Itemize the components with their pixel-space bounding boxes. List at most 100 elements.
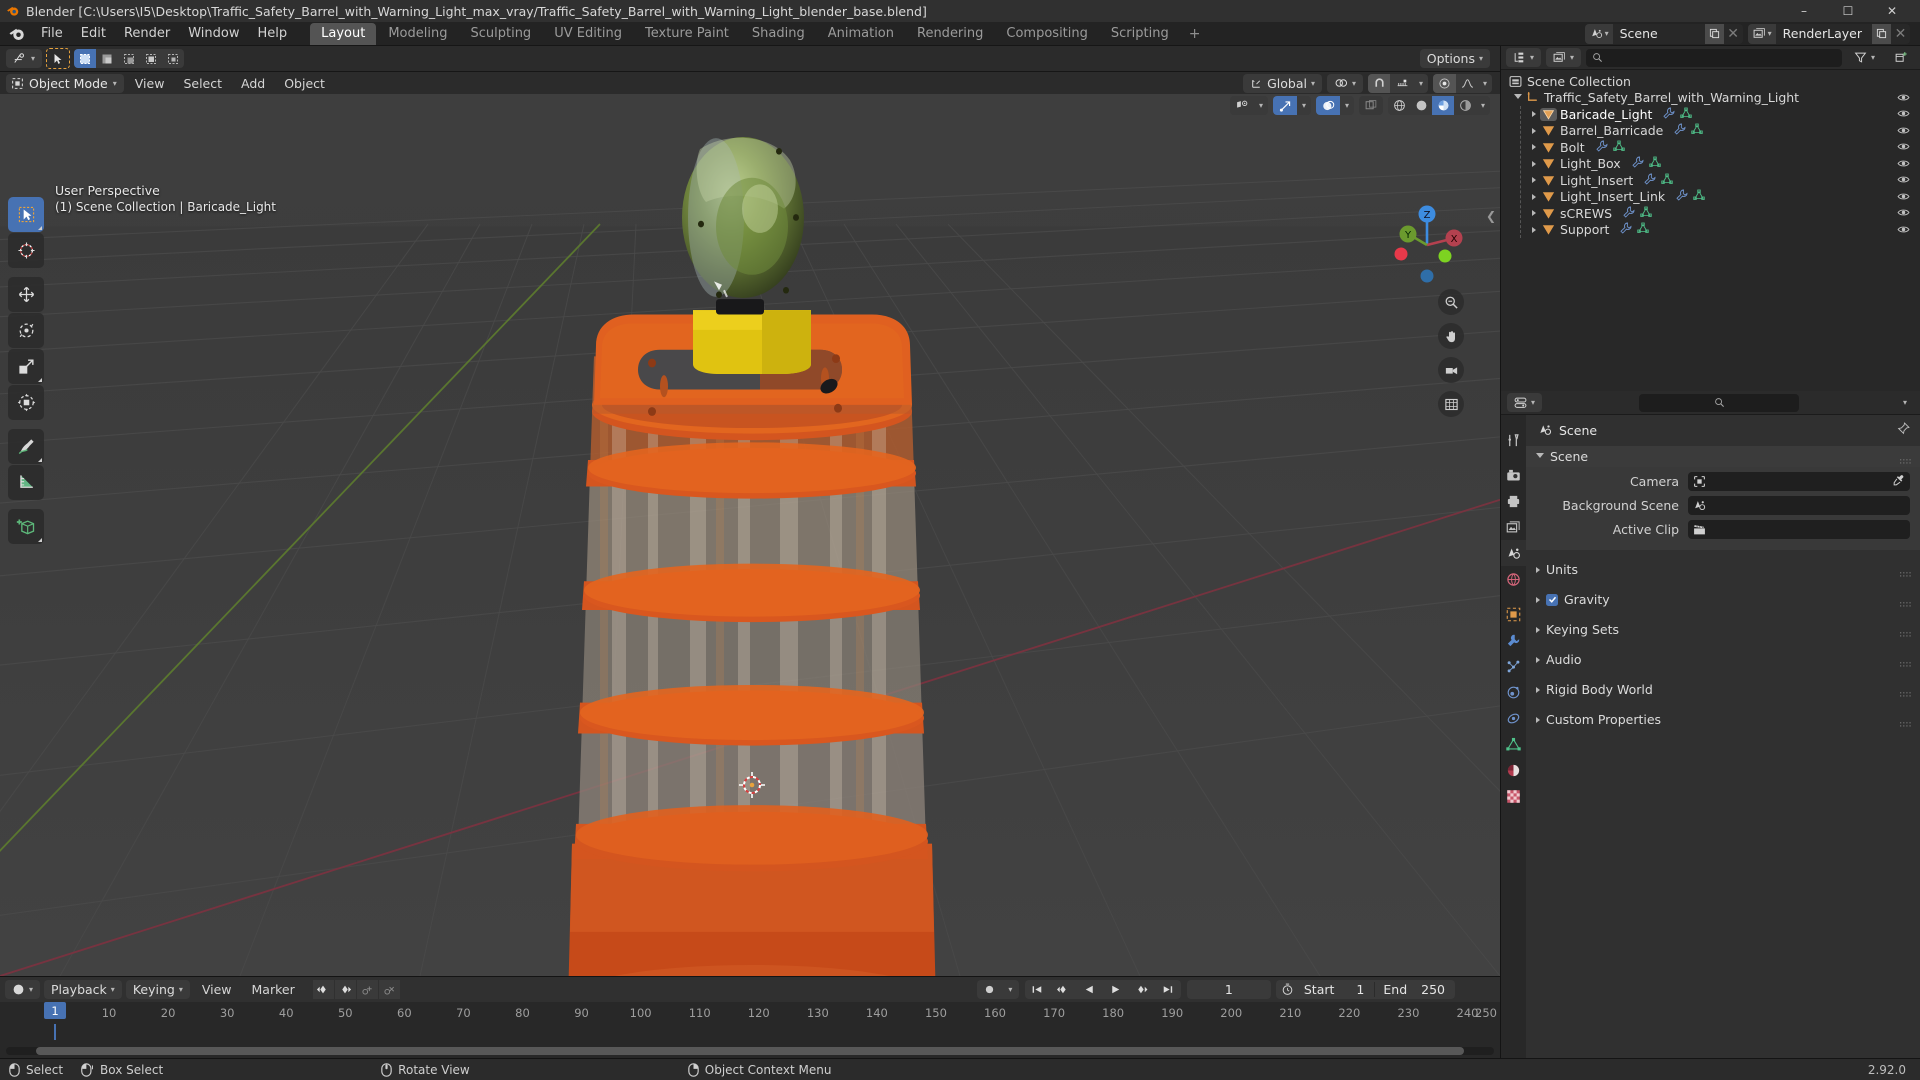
- panel-toggle-icon[interactable]: [1536, 596, 1540, 603]
- scene-selector[interactable]: ▾ Scene ✕: [1584, 23, 1743, 44]
- constraints-tab[interactable]: [1501, 705, 1526, 731]
- mesh-data-icon[interactable]: [1637, 222, 1650, 237]
- snap-options-caret[interactable]: ▾: [1414, 74, 1428, 93]
- wireframe-shading-icon[interactable]: [1388, 96, 1410, 115]
- editor-type-selector[interactable]: ▾: [6, 49, 43, 68]
- tab-texture-paint[interactable]: Texture Paint: [634, 23, 740, 45]
- object-visibility-icon[interactable]: [1897, 124, 1910, 140]
- scene-tab[interactable]: [1501, 540, 1526, 566]
- solid-shading-icon[interactable]: [1410, 96, 1432, 115]
- object-visibility-icon[interactable]: [1897, 107, 1910, 123]
- autokey-caret-icon[interactable]: ▾: [1002, 980, 1019, 999]
- panel-header-custom-properties[interactable]: Custom Properties: [1526, 709, 1920, 730]
- panel-header-rigid-body-world[interactable]: Rigid Body World: [1526, 679, 1920, 700]
- annotate-tool-button[interactable]: [8, 429, 44, 464]
- object-visibility-icon[interactable]: [1897, 140, 1910, 156]
- viewlayer-selector[interactable]: ▾ RenderLayer ✕: [1747, 23, 1910, 44]
- camera-eyedropper-icon[interactable]: [1892, 474, 1905, 491]
- modifier-icon[interactable]: [1663, 107, 1675, 122]
- mesh-data-icon[interactable]: [1661, 173, 1673, 188]
- options-dropdown[interactable]: Options ▾: [1419, 49, 1490, 68]
- viewport-canvas[interactable]: User Perspective (1) Scene Collection | …: [0, 94, 1500, 976]
- add-cube-tool-button[interactable]: [8, 509, 44, 544]
- navigation-gizmo[interactable]: Z X Y: [1381, 199, 1473, 291]
- proportional-edit-icon[interactable]: [1433, 73, 1456, 93]
- gizmo-caret-icon[interactable]: ▾: [1297, 96, 1311, 115]
- data-tab[interactable]: [1501, 731, 1526, 757]
- insert-keyframe-icon[interactable]: [356, 980, 378, 999]
- select-extend-icon[interactable]: [96, 49, 118, 68]
- scene-name[interactable]: Scene: [1612, 23, 1705, 44]
- transform-tool-button[interactable]: [8, 385, 44, 420]
- pan-hand-icon[interactable]: [1438, 323, 1464, 349]
- tab-layout[interactable]: Layout: [310, 22, 377, 45]
- pin-icon[interactable]: [1897, 422, 1910, 438]
- panel-toggle-scene-icon[interactable]: [1536, 452, 1544, 461]
- close-button[interactable]: ✕: [1870, 0, 1914, 22]
- select-intersect-icon[interactable]: [162, 49, 184, 68]
- menu-render[interactable]: Render: [115, 23, 179, 45]
- background-scene-field[interactable]: [1688, 495, 1910, 515]
- rendered-shading-icon[interactable]: [1454, 96, 1476, 115]
- keying-menu[interactable]: Keying ▾: [125, 980, 190, 999]
- delete-scene-button[interactable]: ✕: [1724, 24, 1743, 44]
- object-visibility-icon[interactable]: [1897, 173, 1910, 189]
- use-preview-range-icon[interactable]: [1276, 980, 1300, 999]
- timeline-editor-type[interactable]: ▾: [5, 980, 41, 999]
- panel-header-audio[interactable]: Audio: [1526, 649, 1920, 670]
- timeline-ruler[interactable]: 10 20 30 40 50 60 70 80 90 100 110 120 130 140 150 160 1…: [0, 1002, 1500, 1024]
- falloff-caret[interactable]: ▾: [1478, 74, 1492, 93]
- modifier-icon[interactable]: [1620, 222, 1632, 237]
- overlays-caret-icon[interactable]: ▾: [1340, 96, 1354, 115]
- measure-tool-button[interactable]: [8, 465, 44, 500]
- panel-header-gravity[interactable]: Gravity: [1526, 589, 1920, 610]
- interaction-mode-selector[interactable]: Object Mode ▾: [6, 73, 124, 93]
- output-tab[interactable]: [1501, 488, 1526, 514]
- snap-magnet-icon[interactable]: [1368, 73, 1390, 93]
- maximize-button[interactable]: ☐: [1826, 0, 1870, 22]
- active-tool-indicator[interactable]: [46, 48, 71, 69]
- object-expand-toggle[interactable]: [1527, 177, 1540, 184]
- tab-animation[interactable]: Animation: [817, 23, 905, 45]
- outliner-row-object[interactable]: Bolt: [1501, 139, 1920, 156]
- panel-header-units[interactable]: Units: [1526, 559, 1920, 580]
- outliner-new-collection-button[interactable]: [1887, 48, 1915, 67]
- shading-caret-icon[interactable]: ▾: [1476, 96, 1490, 115]
- texture-tab[interactable]: [1501, 783, 1526, 809]
- outliner-row-object[interactable]: Light_Insert: [1501, 172, 1920, 189]
- overlays-toggle-icon[interactable]: [1316, 96, 1340, 115]
- modifier-icon[interactable]: [1632, 156, 1644, 171]
- delete-keyframe-icon[interactable]: [378, 980, 400, 999]
- object-expand-toggle[interactable]: [1527, 144, 1540, 151]
- jump-next-keyframe-icon[interactable]: [334, 980, 356, 999]
- prev-keyframe-icon[interactable]: [1051, 980, 1077, 999]
- viewlayer-name[interactable]: RenderLayer: [1775, 23, 1872, 44]
- panel-header-scene[interactable]: Scene: [1526, 446, 1920, 467]
- timeline-body[interactable]: [0, 1024, 1500, 1058]
- object-expand-toggle[interactable]: [1527, 127, 1540, 134]
- tab-shading[interactable]: Shading: [741, 23, 816, 45]
- timeline-scrollbar[interactable]: [6, 1047, 1494, 1055]
- outliner-row-object[interactable]: Support: [1501, 222, 1920, 239]
- physics-tab[interactable]: [1501, 679, 1526, 705]
- next-keyframe-icon[interactable]: [1129, 980, 1155, 999]
- snap-pivot-selector[interactable]: ▾: [1326, 73, 1363, 93]
- tab-sculpting[interactable]: Sculpting: [459, 23, 542, 45]
- transform-orientation-selector[interactable]: Global ▾: [1243, 73, 1322, 93]
- start-frame-field[interactable]: Start 1: [1300, 982, 1375, 997]
- object-expand-toggle[interactable]: [1527, 193, 1540, 200]
- panel-header-keying-sets[interactable]: Keying Sets: [1526, 619, 1920, 640]
- end-frame-field[interactable]: End 250: [1374, 982, 1455, 997]
- panel-toggle-icon[interactable]: [1536, 656, 1540, 663]
- material-tab[interactable]: [1501, 757, 1526, 783]
- timeline-menu-view[interactable]: View: [194, 980, 240, 999]
- modifier-icon[interactable]: [1676, 189, 1688, 204]
- snap-increment-icon[interactable]: [1390, 74, 1414, 93]
- viewlayer-tab[interactable]: [1501, 514, 1526, 540]
- tab-uv-editing[interactable]: UV Editing: [543, 23, 633, 45]
- modifier-icon[interactable]: [1674, 123, 1686, 138]
- collection-expand-toggle[interactable]: [1511, 93, 1524, 102]
- minimize-button[interactable]: –: [1782, 0, 1826, 22]
- menu-window[interactable]: Window: [179, 23, 248, 45]
- properties-editor-type[interactable]: ▾: [1507, 393, 1543, 412]
